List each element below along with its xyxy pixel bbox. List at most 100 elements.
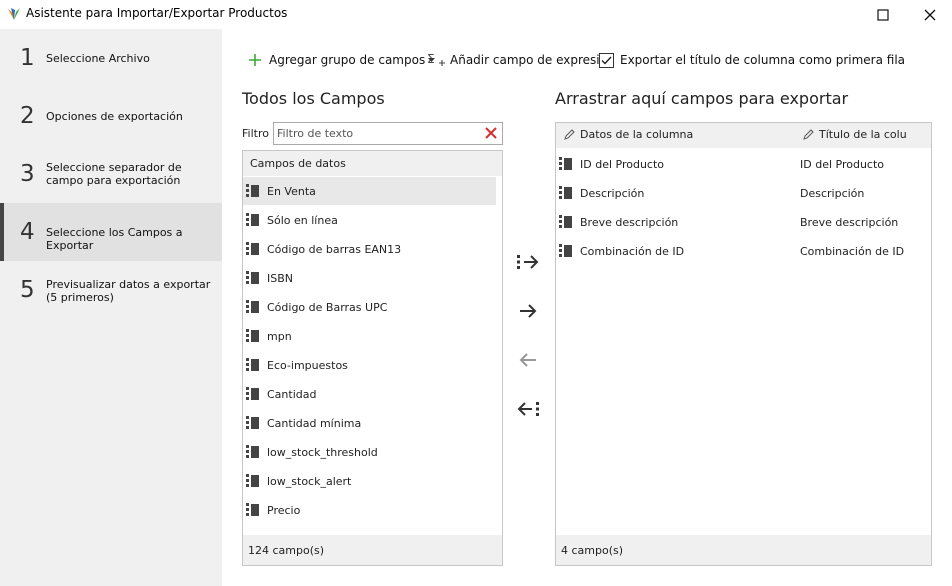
list-item[interactable]: Precio bbox=[243, 496, 496, 524]
field-icon bbox=[246, 503, 259, 516]
field-icon bbox=[246, 445, 259, 458]
move-right-button[interactable] bbox=[515, 298, 541, 324]
step-preview[interactable]: 5 Previsualizar datos a exportar (5 prim… bbox=[0, 261, 222, 319]
all-fields-list[interactable]: Campos de datos En Venta Sólo en línea C… bbox=[242, 150, 503, 566]
add-expression-field-label: Añadir campo de expresión bbox=[450, 53, 615, 67]
clear-filter-icon[interactable] bbox=[484, 126, 498, 140]
move-all-right-button[interactable] bbox=[515, 249, 541, 275]
list-item[interactable]: Cantidad bbox=[243, 380, 496, 408]
field-name: Precio bbox=[267, 503, 301, 517]
list-item[interactable]: Código de barras EAN13 bbox=[243, 235, 496, 263]
field-name: ISBN bbox=[267, 271, 294, 285]
field-name: Cantidad bbox=[267, 387, 317, 401]
table-header: Datos de la columna Título de la colu bbox=[556, 123, 931, 148]
field-name: Eco-impuestos bbox=[267, 358, 348, 372]
add-field-group-button[interactable]: Agregar grupo de campos bbox=[248, 49, 436, 71]
column-title-header[interactable]: Título de la colu bbox=[803, 128, 931, 141]
field-icon bbox=[246, 184, 259, 197]
step-label: Seleccione Archivo bbox=[46, 52, 150, 65]
field-name: Código de barras EAN13 bbox=[267, 242, 402, 256]
field-name: Código de Barras UPC bbox=[267, 300, 388, 314]
add-field-group-label: Agregar grupo de campos bbox=[269, 53, 426, 67]
field-icon bbox=[246, 474, 259, 487]
field-name: Cantidad mínima bbox=[267, 416, 362, 430]
step-select-file[interactable]: 1 Seleccione Archivo bbox=[0, 29, 222, 87]
close-icon bbox=[924, 9, 935, 20]
arrow-left-icon bbox=[519, 353, 536, 367]
pencil-icon bbox=[803, 129, 814, 140]
column-title-cell: Descripción bbox=[800, 186, 865, 200]
field-name: En Venta bbox=[267, 184, 316, 198]
title-bar: Asistente para Importar/Exportar Product… bbox=[0, 0, 952, 29]
filter-label: Filtro bbox=[242, 127, 269, 140]
export-fields-title: Arrastrar aquí campos para exportar bbox=[555, 89, 849, 108]
plus-icon bbox=[249, 54, 261, 66]
table-row[interactable]: ID del Producto ID del Producto bbox=[556, 150, 931, 178]
export-column-title-checkbox[interactable]: Exportar el título de columna como prime… bbox=[599, 49, 905, 71]
checkbox-checked-icon bbox=[599, 52, 614, 68]
step-label: Opciones de exportación bbox=[46, 110, 183, 123]
table-row[interactable]: Combinación de ID Combinación de ID bbox=[556, 237, 931, 265]
column-title-cell: ID del Producto bbox=[800, 157, 885, 171]
field-icon bbox=[246, 416, 259, 429]
field-name: low_stock_threshold bbox=[267, 445, 378, 459]
step-select-fields[interactable]: 4 Seleccione los Campos a Exportar bbox=[0, 203, 222, 261]
list-item[interactable]: En Venta bbox=[243, 177, 496, 205]
list-item[interactable]: Eco-impuestos bbox=[243, 351, 496, 379]
field-icon bbox=[559, 215, 572, 228]
maximize-button[interactable] bbox=[860, 0, 905, 29]
table-row[interactable]: Descripción Descripción bbox=[556, 179, 931, 207]
step-number: 1 bbox=[20, 45, 35, 71]
list-item[interactable]: mpn bbox=[243, 322, 496, 350]
list-item[interactable]: ISBN bbox=[243, 264, 496, 292]
list-item[interactable]: Cantidad mínima bbox=[243, 409, 496, 437]
step-number: 2 bbox=[20, 103, 35, 129]
list-item[interactable]: Código de Barras UPC bbox=[243, 293, 496, 321]
data-fields-header: Campos de datos bbox=[250, 157, 346, 170]
move-all-left-button[interactable] bbox=[515, 396, 541, 422]
field-icon bbox=[559, 186, 572, 199]
filter-input[interactable] bbox=[273, 122, 503, 145]
field-icon bbox=[246, 300, 259, 313]
field-icon bbox=[246, 387, 259, 400]
svg-text:Σ: Σ bbox=[427, 52, 435, 66]
list-footer: 124 campo(s) bbox=[243, 535, 502, 565]
step-number: 4 bbox=[20, 219, 35, 245]
list-item[interactable]: low_stock_threshold bbox=[243, 438, 496, 466]
field-name: mpn bbox=[267, 329, 292, 343]
column-title-header-label: Título de la colu bbox=[819, 128, 907, 141]
add-expression-field-button[interactable]: Σ Añadir campo de expresión bbox=[427, 49, 615, 71]
step-label: Seleccione los Campos a Exportar bbox=[46, 226, 183, 252]
sigma-plus-icon: Σ bbox=[427, 52, 445, 66]
field-count: 4 campo(s) bbox=[561, 543, 624, 557]
column-data-cell: Descripción bbox=[580, 186, 645, 200]
step-number: 3 bbox=[20, 161, 35, 187]
double-arrow-left-icon bbox=[517, 402, 539, 416]
field-icon bbox=[559, 244, 572, 257]
field-icon bbox=[559, 157, 572, 170]
close-button[interactable] bbox=[907, 0, 952, 29]
column-data-header-label: Datos de la columna bbox=[580, 128, 694, 141]
step-field-separator[interactable]: 3 Seleccione separador de campo para exp… bbox=[0, 145, 222, 203]
main-content: Agregar grupo de campos Σ Añadir campo d… bbox=[222, 29, 952, 586]
double-arrow-right-icon bbox=[517, 255, 539, 269]
step-label: Previsualizar datos a exportar (5 primer… bbox=[46, 278, 211, 304]
field-icon bbox=[246, 358, 259, 371]
export-fields-table[interactable]: Datos de la columna Título de la colu ID… bbox=[555, 122, 932, 566]
field-count: 124 campo(s) bbox=[248, 543, 325, 557]
move-left-button[interactable] bbox=[515, 347, 541, 373]
step-export-options[interactable]: 2 Opciones de exportación bbox=[0, 87, 222, 145]
column-data-cell: Combinación de ID bbox=[580, 244, 685, 258]
field-name: low_stock_alert bbox=[267, 474, 352, 488]
export-column-title-label: Exportar el título de columna como prime… bbox=[620, 53, 905, 67]
list-item[interactable]: Sólo en línea bbox=[243, 206, 496, 234]
field-icon bbox=[246, 329, 259, 342]
column-data-header[interactable]: Datos de la columna bbox=[564, 128, 693, 141]
field-icon bbox=[246, 242, 259, 255]
list-item[interactable]: low_stock_alert bbox=[243, 467, 496, 495]
all-fields-title: Todos los Campos bbox=[242, 89, 385, 108]
app-logo-icon bbox=[8, 8, 20, 20]
wizard-steps-sidebar: 1 Seleccione Archivo 2 Opciones de expor… bbox=[0, 29, 222, 586]
column-title-cell: Combinación de ID bbox=[800, 244, 905, 258]
table-row[interactable]: Breve descripción Breve descripción bbox=[556, 208, 931, 236]
